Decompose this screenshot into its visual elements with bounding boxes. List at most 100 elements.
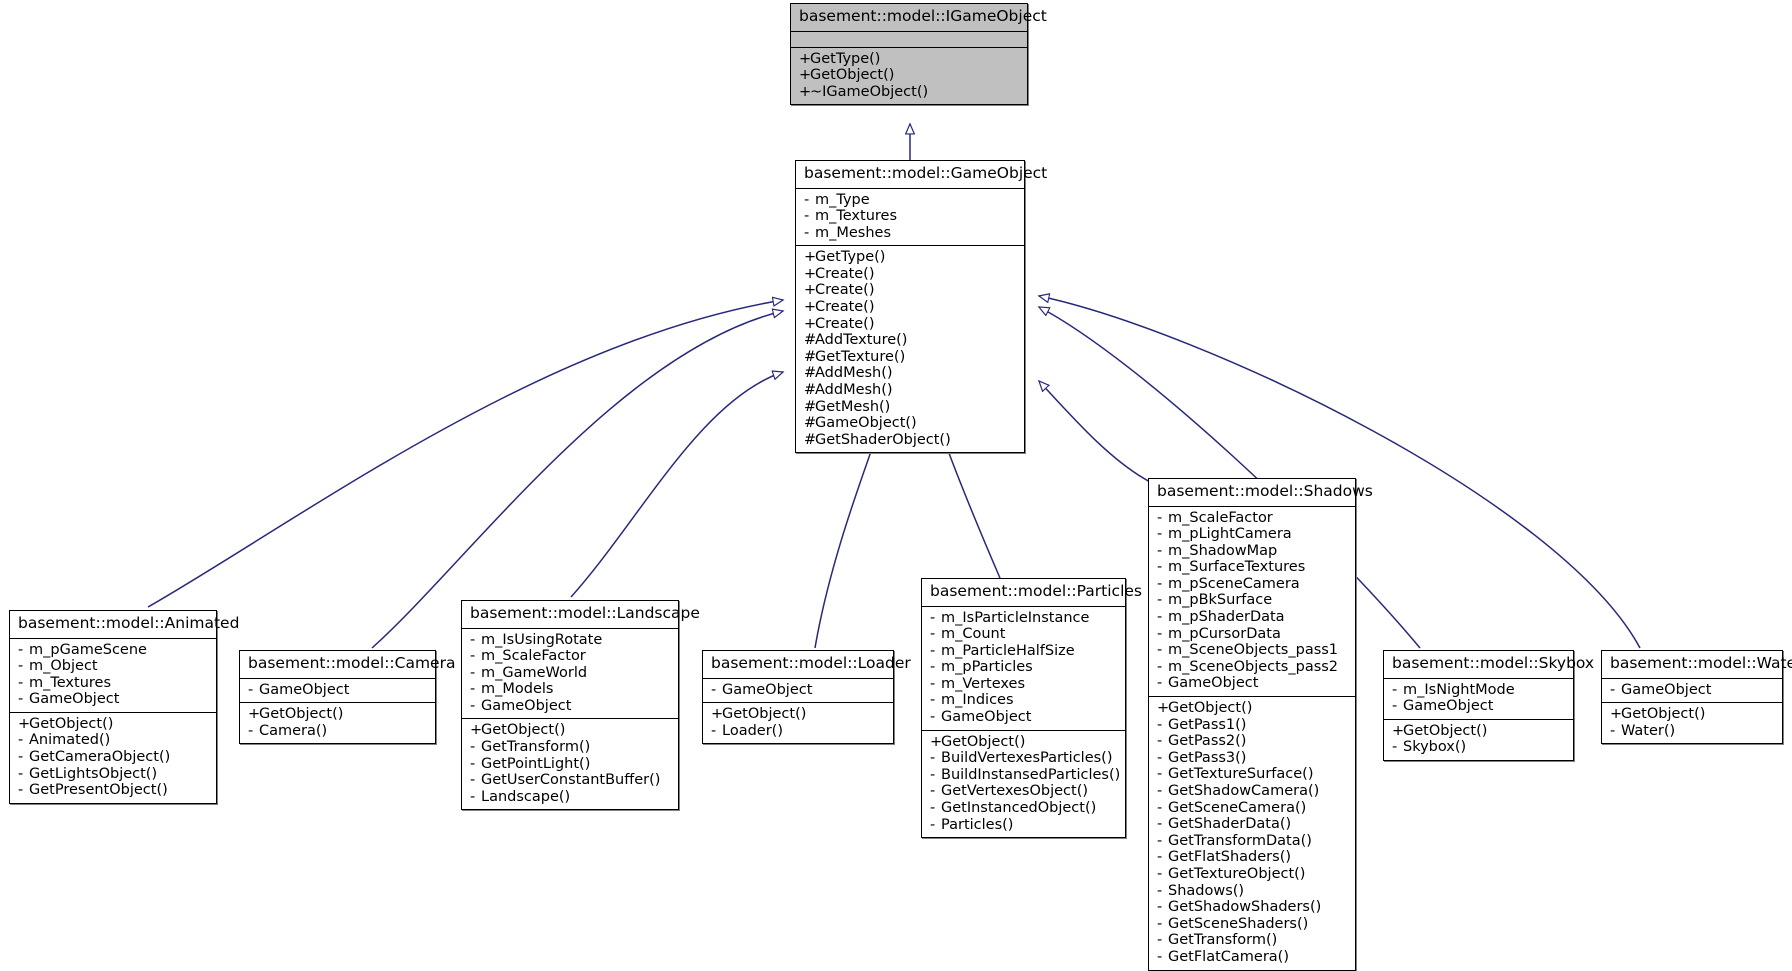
member-row: +GetType() xyxy=(804,249,886,266)
member-row: +GetObject() xyxy=(930,733,1026,750)
member-row: - GetLightsObject() xyxy=(18,765,158,782)
class-title-particles: basement::model::Particles xyxy=(922,579,1142,607)
member-row: - m_pCursorData xyxy=(1157,625,1281,642)
attributes-section-particles: - m_IsParticleInstance - m_Count - m_Partic… xyxy=(922,607,1125,731)
member-row: - m_IsNightMode xyxy=(1392,681,1515,698)
class-node-camera[interactable]: basement::model::Camera - GameObject +Get… xyxy=(239,650,455,745)
class-node-igameobject[interactable]: basement::model::IGameObject +GetType() … xyxy=(790,3,1047,106)
member-row: - m_pBkSurface xyxy=(1157,592,1273,609)
member-row: +GetObject() xyxy=(470,722,566,739)
methods-section-shadows: +GetObject() - GetPass1() - GetPass2() - Ge… xyxy=(1149,697,1355,970)
member-row: - GameObject xyxy=(18,691,120,708)
member-row: - m_ScaleFactor xyxy=(470,648,586,665)
member-row: +GetObject() xyxy=(248,706,344,723)
member-row: - m_pShaderData xyxy=(1157,609,1285,626)
member-row: +GetObject() xyxy=(1392,722,1488,739)
member-row: - m_IsUsingRotate xyxy=(470,631,603,648)
member-row: +Create() xyxy=(804,265,875,282)
member-row: - GameObject xyxy=(1610,681,1712,698)
attributes-section-animated: - m_pGameScene - m_Object - m_Textures - Gam… xyxy=(10,639,216,713)
member-row: - GetTextureObject() xyxy=(1157,865,1306,882)
member-row: +GetType() xyxy=(799,50,881,67)
member-row: +GetObject() xyxy=(1157,700,1253,717)
class-title-loader: basement::model::Loader xyxy=(703,651,911,679)
class-node-water[interactable]: basement::model::Water - GameObject +GetO… xyxy=(1601,650,1792,745)
member-row: - GetSceneShaders() xyxy=(1157,915,1309,932)
member-row: - GetPass2() xyxy=(1157,733,1247,750)
edge-shadows-gameobject xyxy=(1039,381,1151,483)
member-row: #GetShaderObject() xyxy=(804,431,951,448)
member-row: - m_Textures xyxy=(804,208,898,225)
member-row: +GetObject() xyxy=(1610,706,1706,723)
methods-section-loader: +GetObject() - Loader() xyxy=(703,703,893,743)
class-node-landscape[interactable]: basement::model::Landscape - m_IsUsingRot… xyxy=(461,600,700,811)
class-node-shadows[interactable]: basement::model::Shadows - m_ScaleFactor … xyxy=(1148,478,1373,971)
member-row: +GetObject() xyxy=(711,706,807,723)
member-row: - GetPointLight() xyxy=(470,755,591,772)
methods-section-animated: +GetObject() - Animated() - GetCameraObjec… xyxy=(10,713,216,803)
member-row: - m_Type xyxy=(804,191,870,208)
member-row: - m_Indices xyxy=(930,692,1014,709)
methods-section-landscape: +GetObject() - GetTransform() - GetPointLi… xyxy=(462,719,678,809)
member-row: - m_pGameScene xyxy=(18,641,147,658)
member-row: - m_ShadowMap xyxy=(1157,542,1278,559)
member-row: - m_IsParticleInstance xyxy=(930,609,1090,626)
member-row: - m_Count xyxy=(930,626,1006,643)
member-row: - GetSceneCamera() xyxy=(1157,799,1307,816)
member-row: #GameObject() xyxy=(804,415,917,432)
member-row: - GameObject xyxy=(711,681,813,698)
member-row: - m_pLightCamera xyxy=(1157,526,1292,543)
member-row: #AddTexture() xyxy=(804,332,908,349)
attributes-section-camera: - GameObject xyxy=(240,679,435,704)
edge-loader-gameobject xyxy=(814,437,876,649)
member-row: - GetPresentObject() xyxy=(18,782,168,799)
member-row: - m_pParticles xyxy=(930,659,1033,676)
class-node-skybox[interactable]: basement::model::Skybox - m_IsNightMode -… xyxy=(1383,650,1594,761)
member-row: +~IGameObject() xyxy=(799,83,929,100)
class-node-animated[interactable]: basement::model::Animated - m_pGameScene … xyxy=(9,610,239,804)
member-row: - m_Object xyxy=(18,658,98,675)
member-row: - GameObject xyxy=(1157,675,1259,692)
member-row: #GetTexture() xyxy=(804,348,906,365)
member-row: - GetCameraObject() xyxy=(18,749,171,766)
member-row: - m_SurfaceTextures xyxy=(1157,559,1306,576)
member-row: - GetFlatCamera() xyxy=(1157,948,1289,965)
member-row: - m_pSceneCamera xyxy=(1157,575,1300,592)
member-row: - Skybox() xyxy=(1392,739,1467,756)
class-diagram-canvas: basement::model::IGameObject +GetType() … xyxy=(0,0,1792,971)
class-node-gameobject[interactable]: basement::model::GameObject - m_Type - m_T… xyxy=(795,160,1047,454)
edge-camera-gameobject xyxy=(371,311,783,649)
class-node-particles[interactable]: basement::model::Particles - m_IsParticle… xyxy=(921,578,1142,839)
member-row: - GameObject xyxy=(470,697,572,714)
member-row: - GetFlatShaders() xyxy=(1157,849,1292,866)
member-row: - Animated() xyxy=(18,732,111,749)
member-row: +Create() xyxy=(804,299,875,316)
class-node-loader[interactable]: basement::model::Loader - GameObject +Get… xyxy=(702,650,911,745)
class-title-landscape: basement::model::Landscape xyxy=(462,601,700,629)
member-row: #AddMesh() xyxy=(804,382,893,399)
member-row: - GetTransformData() xyxy=(1157,832,1312,849)
member-row: - m_SceneObjects_pass1 xyxy=(1157,642,1339,659)
member-row: - GetTransform() xyxy=(470,739,591,756)
member-row: - m_Models xyxy=(470,681,554,698)
member-row: - GetInstancedObject() xyxy=(930,800,1097,817)
member-row: - m_ScaleFactor xyxy=(1157,509,1273,526)
member-row: - GetTransform() xyxy=(1157,932,1278,949)
attributes-section-gameobject: - m_Type - m_Textures - m_Meshes xyxy=(796,189,1024,247)
methods-section-skybox: +GetObject() - Skybox() xyxy=(1384,720,1573,760)
member-row: - GetPass1() xyxy=(1157,716,1247,733)
member-row: - GameObject xyxy=(930,709,1032,726)
member-row: - GetUserConstantBuffer() xyxy=(470,772,661,789)
attributes-section-loader: - GameObject xyxy=(703,679,893,704)
member-row: - GameObject xyxy=(1392,698,1494,715)
member-row: - GetShadowCamera() xyxy=(1157,783,1320,799)
member-row: - Loader() xyxy=(711,722,783,739)
member-row: - Particles() xyxy=(930,816,1014,833)
member-row: - m_Vertexes xyxy=(930,675,1026,692)
member-row: - Landscape() xyxy=(470,788,571,805)
class-title-water: basement::model::Water xyxy=(1602,651,1792,679)
member-row: - m_Meshes xyxy=(804,224,892,241)
edge-particles-gameobject xyxy=(943,437,1001,579)
methods-section-gameobject: +GetType() +Create() +Create() +Create()… xyxy=(796,246,1024,452)
member-row: - GetPass3() xyxy=(1157,749,1247,766)
